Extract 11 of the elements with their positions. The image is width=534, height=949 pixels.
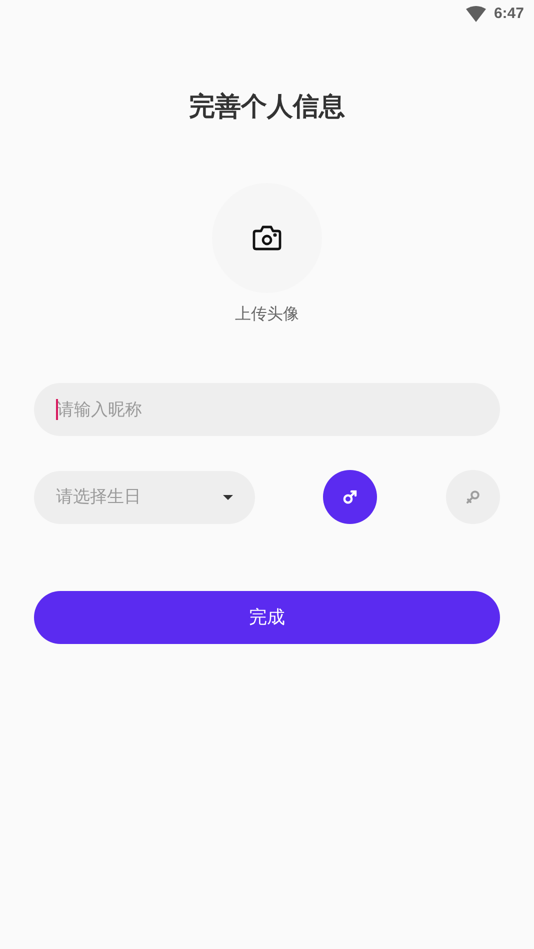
clock-time: 6:47 [494, 4, 524, 24]
wifi-icon [466, 6, 486, 22]
finish-button[interactable]: 完成 [34, 591, 500, 644]
female-symbol-icon [466, 490, 480, 504]
nickname-field[interactable]: 请输入昵称 [34, 383, 500, 436]
page-title: 完善个人信息 [188, 90, 346, 123]
male-symbol-icon [343, 490, 357, 504]
camera-icon [252, 225, 282, 251]
male-button[interactable] [323, 470, 377, 524]
caret-icon [223, 494, 233, 500]
avatar-label: 上传头像 [235, 304, 299, 325]
